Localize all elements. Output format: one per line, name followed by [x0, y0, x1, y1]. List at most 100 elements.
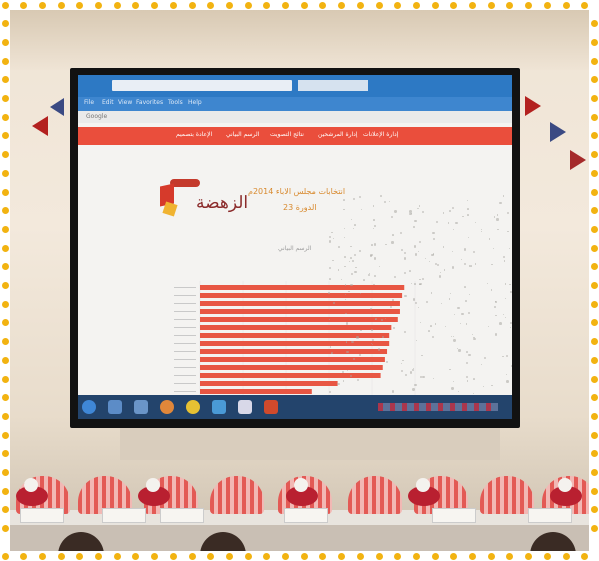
speckle: [328, 235, 331, 238]
speckle: [455, 221, 458, 225]
border-dot: [113, 1, 121, 9]
menu-item-help[interactable]: Help: [188, 99, 202, 106]
speckle: [463, 248, 467, 251]
border-dot: [590, 169, 598, 177]
speckle: [414, 220, 417, 223]
speckle: [499, 322, 502, 325]
menu-item-tools[interactable]: Tools: [168, 99, 183, 106]
speckle: [461, 312, 464, 316]
speckle: [434, 323, 437, 326]
speckle: [442, 212, 445, 214]
border-dot: [356, 1, 364, 9]
bunting-flag-right-2: [550, 122, 566, 142]
border-dot: [169, 1, 177, 9]
border-dot: [95, 1, 102, 9]
border-dot: [590, 469, 598, 476]
logo-accent: [162, 201, 178, 217]
chart-bar: [200, 373, 381, 378]
firefox-icon[interactable]: [160, 400, 174, 414]
border-dot: [525, 1, 533, 9]
speckle: [432, 238, 435, 241]
speckle: [412, 388, 415, 391]
speckle: [338, 246, 341, 249]
search-label[interactable]: Google: [86, 113, 107, 120]
speckle: [480, 230, 483, 233]
border-dot: [394, 1, 402, 9]
border-dot: [1, 506, 9, 514]
name-card: [284, 508, 328, 523]
speckle: [372, 205, 375, 207]
border-dot: [76, 552, 84, 560]
nav-item-results[interactable]: نتائج التصويت: [270, 131, 304, 138]
border-dot: [132, 1, 140, 9]
speckle: [497, 228, 499, 230]
name-card: [432, 508, 476, 523]
border-dot: [1, 132, 9, 140]
speckle: [343, 237, 346, 239]
border-dot: [506, 1, 514, 9]
speckle: [468, 265, 470, 267]
white-flower: [558, 478, 572, 492]
speckle: [492, 247, 494, 249]
menu-item-edit[interactable]: Edit: [102, 99, 114, 106]
powerpoint-icon[interactable]: [264, 400, 278, 414]
border-dot: [469, 1, 476, 9]
speckle: [466, 362, 469, 365]
nav-item-ads[interactable]: إدارة الإعلانات: [363, 131, 398, 138]
speckle: [371, 244, 373, 246]
speckle: [509, 284, 511, 286]
browser-tab[interactable]: [298, 80, 368, 91]
border-dot: [132, 552, 140, 560]
windows-taskbar: [78, 395, 512, 419]
white-flower: [416, 478, 430, 492]
border-dot: [1, 282, 9, 289]
app-icon[interactable]: [238, 400, 252, 414]
address-bar[interactable]: [112, 80, 292, 91]
speckle: [425, 257, 427, 259]
speckle: [404, 373, 407, 376]
nav-item-redesign[interactable]: الإعادة بتصميم: [176, 131, 212, 138]
ie-icon[interactable]: [212, 400, 226, 414]
chrome-icon[interactable]: [186, 400, 200, 414]
speckle: [343, 199, 345, 202]
speckle: [414, 383, 417, 386]
speckle: [454, 313, 456, 316]
border-dot: [319, 1, 327, 9]
border-dot: [590, 319, 598, 327]
border-dot: [1, 487, 9, 495]
menu-item-favorites[interactable]: Favorites: [136, 99, 163, 106]
media-icon[interactable]: [134, 400, 148, 414]
speckle: [471, 333, 473, 335]
border-dot: [244, 1, 252, 9]
speckle: [448, 298, 451, 300]
border-dot: [151, 1, 159, 9]
speckle: [350, 273, 354, 276]
menu-item-file[interactable]: File: [84, 99, 94, 106]
speckle: [428, 261, 430, 263]
speckle: [373, 243, 377, 246]
border-dot: [338, 1, 346, 9]
border-dot: [207, 552, 215, 560]
border-dot: [590, 338, 598, 346]
menu-item-view[interactable]: View: [118, 99, 132, 106]
border-dot: [95, 552, 102, 560]
speckle: [414, 253, 418, 256]
border-dot: [1, 57, 9, 65]
speckle: [502, 314, 504, 316]
speckle: [409, 210, 412, 213]
nav-item-candidates[interactable]: إدارة المرشحين: [318, 131, 358, 138]
border-dot: [506, 552, 514, 560]
border-dot: [590, 207, 598, 215]
speckle: [351, 260, 354, 262]
nav-item-chart[interactable]: الرسم البياني: [226, 131, 259, 138]
speckle: [337, 268, 340, 271]
speckle: [472, 250, 475, 253]
start-button-icon[interactable]: [82, 400, 96, 414]
border-dot: [1, 169, 9, 177]
speckle: [495, 301, 497, 303]
border-dot: [543, 552, 551, 560]
explorer-icon[interactable]: [108, 400, 122, 414]
speckle: [380, 195, 382, 197]
border-dot: [1, 431, 9, 439]
speckle: [448, 222, 450, 224]
